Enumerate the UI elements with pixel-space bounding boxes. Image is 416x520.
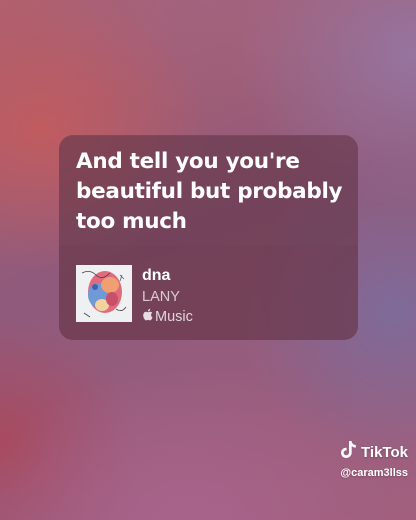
music-service-label: Music: [155, 308, 193, 325]
album-artwork: [76, 265, 132, 322]
apple-icon: [142, 308, 153, 325]
lyric-line: And tell you you're: [76, 149, 300, 174]
lyric-share-card[interactable]: And tell you you're beautiful but probabl…: [59, 135, 358, 340]
lyric-line: too much: [76, 209, 187, 234]
apple-music-badge: Music: [142, 308, 193, 325]
lyric-line: beautiful but probably: [76, 179, 343, 204]
lyric-text: And tell you you're beautiful but probabl…: [76, 147, 348, 237]
tiktok-watermark: TikTok @caram3llss: [340, 440, 408, 479]
tiktok-logo-icon: [340, 440, 357, 464]
tiktok-handle: @caram3llss: [340, 467, 408, 479]
song-title: dna: [142, 267, 171, 284]
lyric-section: And tell you you're beautiful but probabl…: [59, 135, 358, 245]
song-info-section[interactable]: dna LANY Music: [59, 245, 358, 340]
artist-name: LANY: [142, 289, 180, 305]
tiktok-brand: TikTok: [361, 443, 408, 461]
